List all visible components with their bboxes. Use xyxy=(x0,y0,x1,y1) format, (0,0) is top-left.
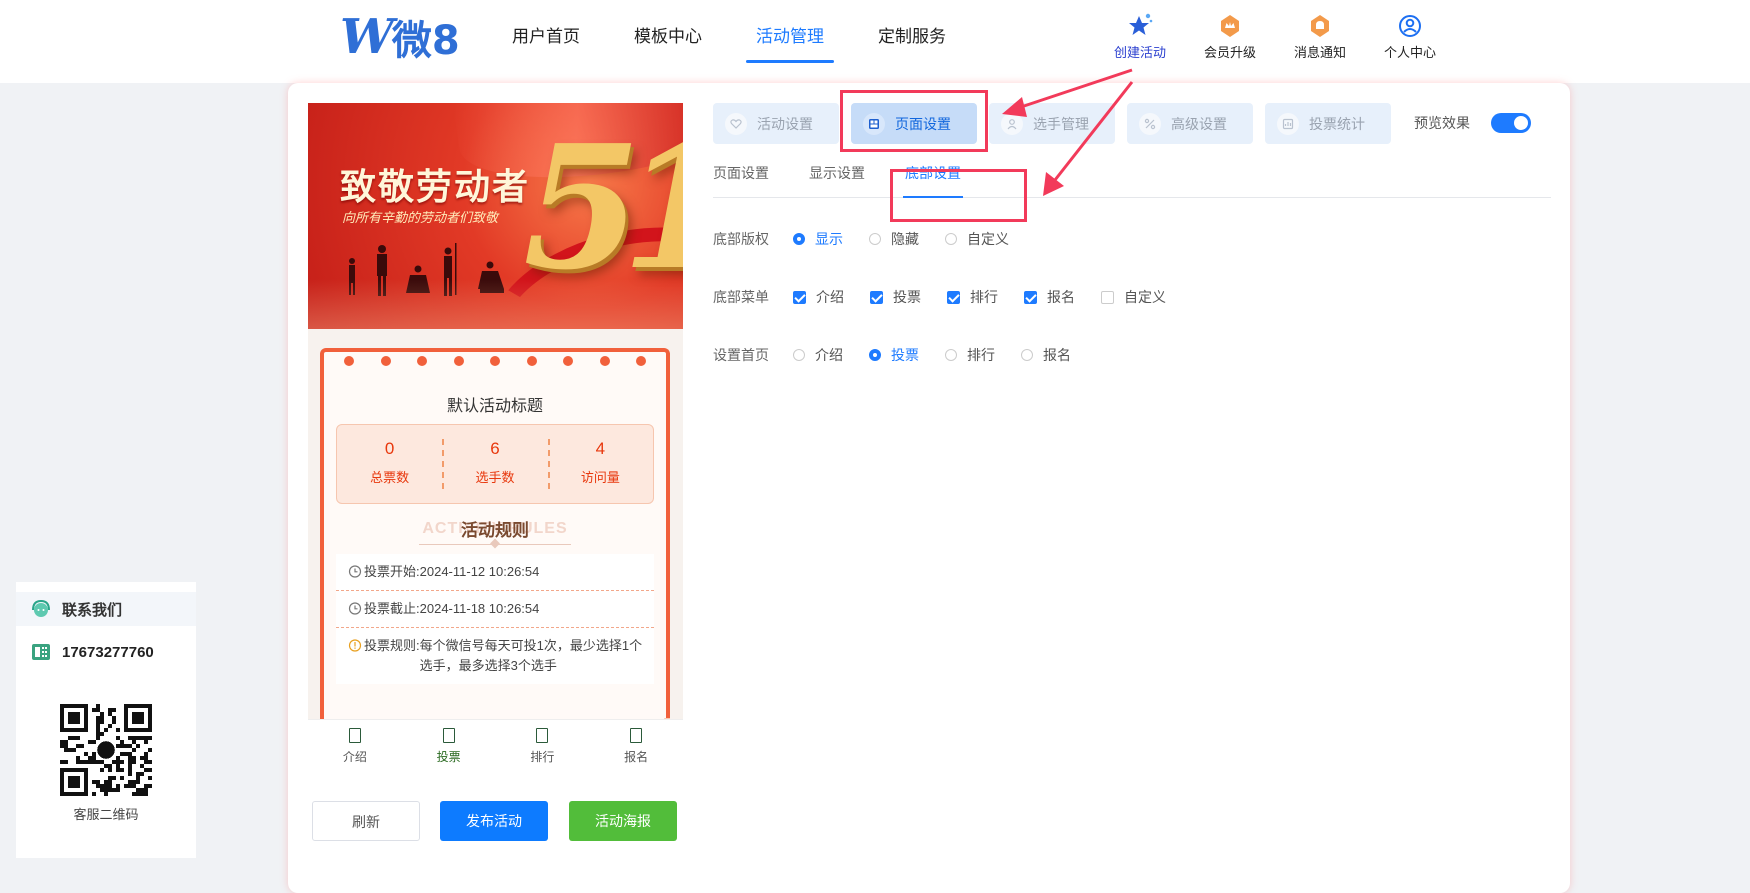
contact-title: 联系我们 xyxy=(62,601,123,619)
qr-code-label: 客服二维码 xyxy=(73,807,139,822)
contact-panel: 联系我们 17673277760 客服二维码 xyxy=(16,582,196,858)
telephone-icon xyxy=(32,644,50,660)
annotation-arrows xyxy=(1002,68,1134,196)
contact-phone[interactable]: 17673277760 xyxy=(30,642,154,662)
customer-service-icon xyxy=(32,599,50,617)
contact-phone-number: 17673277760 xyxy=(62,643,154,661)
contact-header: 联系我们 xyxy=(16,592,196,626)
customer-service-qr-code xyxy=(60,704,152,796)
